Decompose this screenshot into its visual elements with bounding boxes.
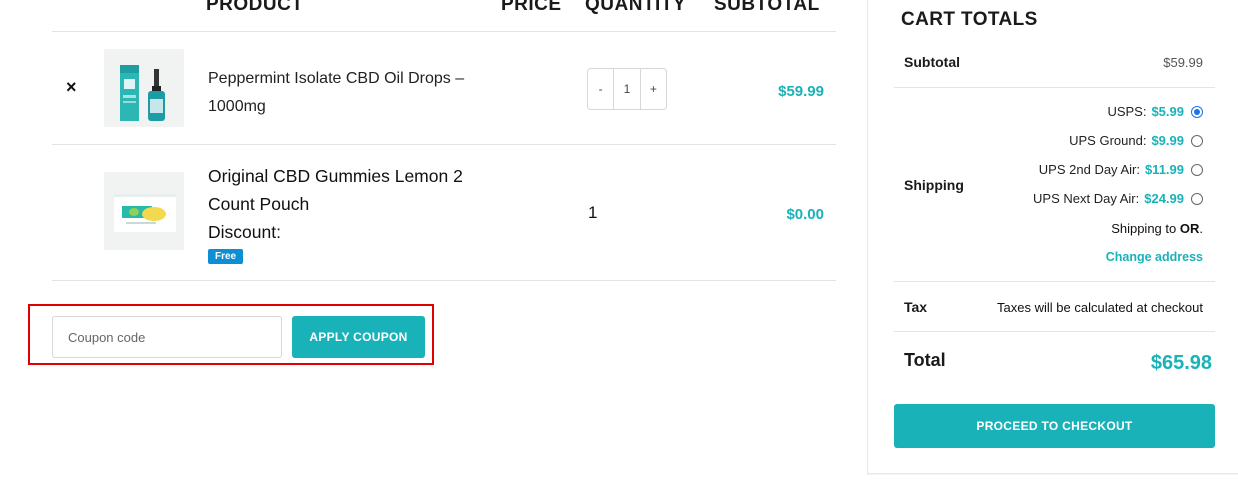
change-address-link[interactable]: Change address <box>1106 250 1203 264</box>
shipping-to-suffix: . <box>1199 221 1203 236</box>
shipping-option-ups-next-day-air[interactable]: UPS Next Day Air: $24.99 <box>1033 191 1203 206</box>
shipping-option-label: UPS Next Day Air: <box>1033 191 1140 206</box>
shipping-to-state: OR <box>1179 221 1200 236</box>
shipping-option-ups-2nd-day-air[interactable]: UPS 2nd Day Air: $11.99 <box>1039 162 1203 177</box>
header-price: PRICE <box>501 0 562 15</box>
apply-coupon-button[interactable]: APPLY COUPON <box>292 316 425 358</box>
total-value: $65.98 <box>1150 352 1212 374</box>
tax-row: Tax Taxes will be calculated at checkout <box>894 282 1215 332</box>
quantity-input[interactable]: 1 <box>614 82 639 96</box>
radio-icon[interactable] <box>1191 163 1203 176</box>
cbd-oil-bottle-icon[interactable] <box>104 49 184 127</box>
radio-icon[interactable] <box>1191 134 1203 147</box>
shipping-option-label: USPS: <box>1107 104 1147 119</box>
line-subtotal: $59.99 <box>778 83 824 100</box>
product-name[interactable]: Original CBD Gummies Lemon 2 Count Pouch… <box>208 162 498 246</box>
product-name-text[interactable]: Original CBD Gummies Lemon 2 Count Pouch <box>208 166 463 214</box>
line-subtotal: $0.00 <box>786 206 824 223</box>
tax-value: Taxes will be calculated at checkout <box>997 300 1203 315</box>
cart-totals-panel: CART TOTALS Subtotal $59.99 Shipping USP… <box>867 0 1238 474</box>
coupon-code-input[interactable] <box>52 316 282 358</box>
cart-item-row: × Peppermint Isolate CBD Oil Drops – 100… <box>52 33 836 145</box>
shipping-row: Shipping USPS: $5.99 UPS Ground: $9.99 UPS… <box>894 88 1215 282</box>
cart-table-header: PRODUCT PRICE QUANTITY SUBTOTAL <box>52 0 836 32</box>
free-badge: Free <box>208 249 244 264</box>
shipping-label: Shipping <box>904 177 964 193</box>
header-subtotal: SUBTOTAL <box>714 0 820 15</box>
quantity-stepper[interactable]: - 1 + <box>587 68 667 110</box>
subtotal-value: $59.99 <box>1163 55 1203 70</box>
subtotal-label: Subtotal <box>904 54 960 70</box>
shipping-option-ups-ground[interactable]: UPS Ground: $9.99 <box>1069 133 1203 148</box>
shipping-option-price: $9.99 <box>1151 133 1184 148</box>
remove-item-icon[interactable]: × <box>66 77 77 98</box>
increase-quantity-button[interactable]: + <box>641 82 666 96</box>
cart-totals-title: CART TOTALS <box>901 9 1038 30</box>
shipping-option-price: $5.99 <box>1151 104 1184 119</box>
tax-label: Tax <box>904 299 928 315</box>
cart-item-row: Original CBD Gummies Lemon 2 Count Pouch… <box>52 145 836 281</box>
shipping-option-price: $24.99 <box>1144 191 1184 206</box>
header-product: PRODUCT <box>206 0 304 15</box>
shipping-option-usps[interactable]: USPS: $5.99 <box>1107 104 1203 119</box>
shipping-destination: Shipping to OR. <box>1111 221 1203 236</box>
radio-icon[interactable] <box>1191 192 1203 205</box>
shipping-option-label: UPS 2nd Day Air: <box>1038 162 1140 177</box>
subtotal-row: Subtotal $59.99 <box>894 38 1215 88</box>
shipping-option-label: UPS Ground: <box>1069 133 1147 148</box>
shipping-option-price: $11.99 <box>1144 162 1184 177</box>
gummies-pouch-icon[interactable] <box>104 172 184 250</box>
proceed-to-checkout-button[interactable]: PROCEED TO CHECKOUT <box>894 404 1215 448</box>
total-label: Total <box>904 350 946 370</box>
header-quantity: QUANTITY <box>585 0 687 15</box>
shipping-to-prefix: Shipping to <box>1111 221 1177 236</box>
decrease-quantity-button[interactable]: - <box>588 82 613 96</box>
radio-selected-icon[interactable] <box>1191 105 1203 118</box>
quantity-value: 1 <box>588 203 598 222</box>
product-name[interactable]: Peppermint Isolate CBD Oil Drops – 1000m… <box>208 65 488 121</box>
discount-label: Discount: <box>208 222 281 242</box>
